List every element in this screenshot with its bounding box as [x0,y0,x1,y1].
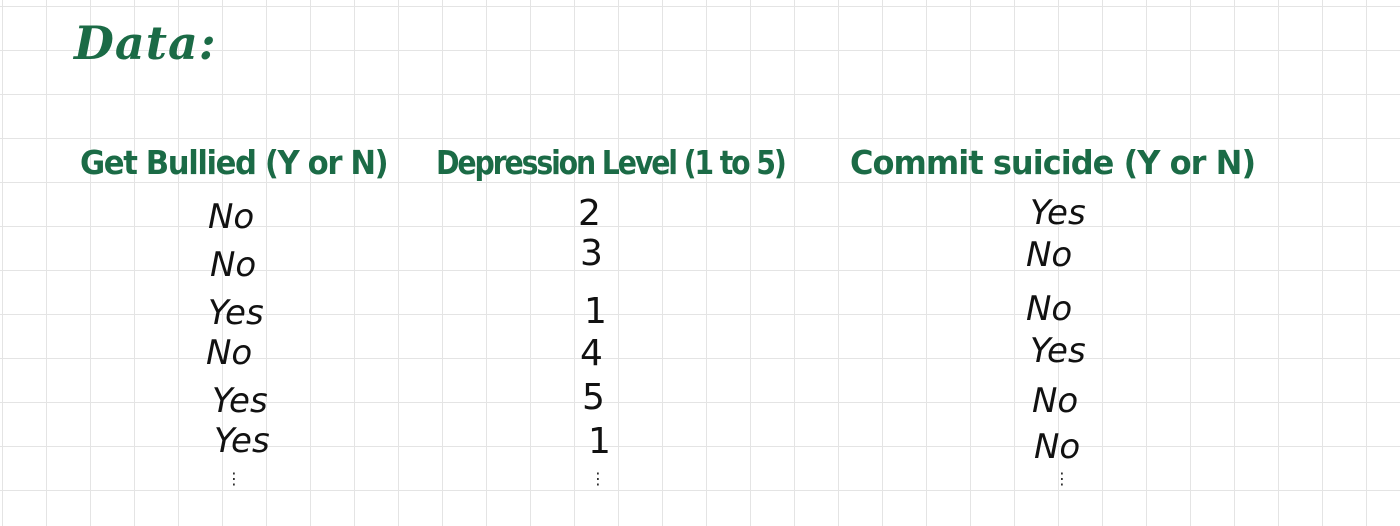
column-header-get-bullied: Get Bullied (Y or N) [80,143,389,182]
cell-get-bullied-1: No [208,197,255,237]
cell-depression-level-6: 1 [588,421,611,462]
cell-get-bullied-3: Yes [208,293,264,333]
page-heading: Data: [74,16,217,70]
cell-commit-suicide-3: No [1026,289,1073,329]
cell-depression-level-3: 1 [584,291,607,332]
cell-depression-level-1: 2 [578,193,601,234]
cell-commit-suicide-5: No [1032,381,1079,421]
ellipsis-depression-level: ⋮ [590,469,606,488]
cell-depression-level-2: 3 [580,233,603,274]
cell-depression-level-4: 4 [580,333,603,374]
cell-depression-level-5: 5 [582,377,605,418]
cell-commit-suicide-1: Yes [1030,193,1086,233]
ellipsis-get-bullied: ⋮ [226,469,242,488]
cell-get-bullied-6: Yes [214,421,270,461]
column-header-depression-level: Depression Level (1 to 5) [436,143,787,182]
cell-get-bullied-4: No [206,333,253,373]
cell-get-bullied-5: Yes [212,381,268,421]
cell-get-bullied-2: No [210,245,257,285]
column-header-commit-suicide: Commit suicide (Y or N) [850,143,1256,182]
ellipsis-commit-suicide: ⋮ [1054,469,1070,488]
cell-commit-suicide-6: No [1034,427,1081,467]
cell-commit-suicide-2: No [1026,235,1073,275]
cell-commit-suicide-4: Yes [1030,331,1086,371]
